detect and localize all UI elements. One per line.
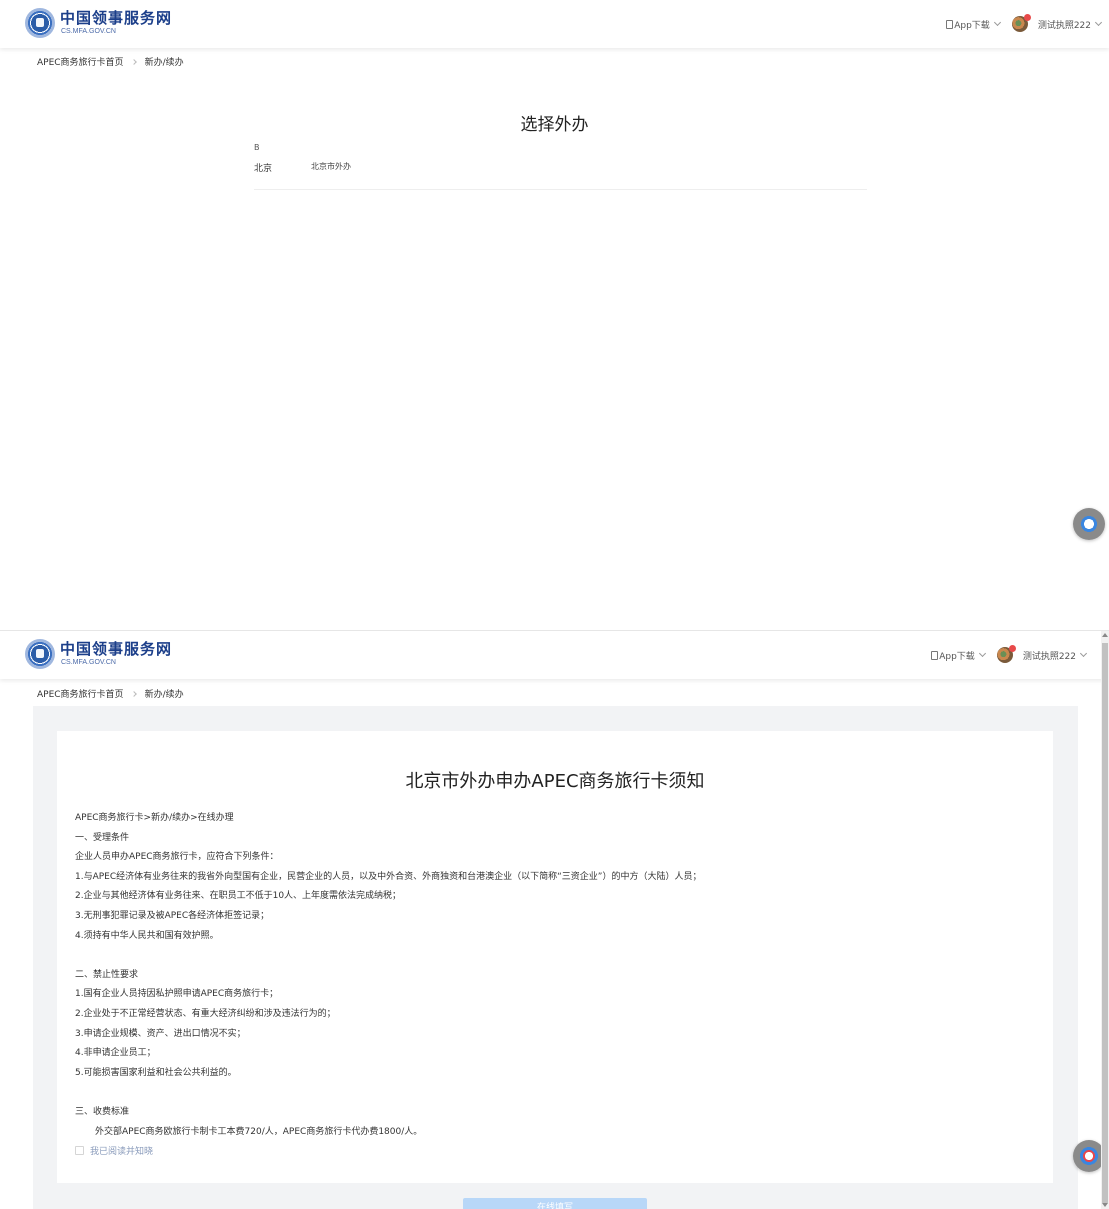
app-download-label: App下载 [939,651,975,662]
floating-assistant-button[interactable] [1073,508,1105,540]
app-download-menu[interactable]: App下载 [946,18,1001,31]
breadcrumb: APEC商务旅行卡首页 新办/续办 [37,55,184,68]
agree-label: 我已阅读并知晓 [90,1147,154,1157]
avatar[interactable] [1011,14,1031,32]
breadcrumb-current: 新办/续办 [144,690,184,700]
notice-body: APEC商务旅行卡>新办/续办>在线办理 一、受理条件 企业人员申办APEC商务… [75,809,701,1142]
notice-line: 5.可能损害国家利益和社会公共利益的。 [75,1067,237,1078]
app-download-label: App下载 [954,20,990,31]
online-fill-button[interactable]: 在线填写 [463,1198,647,1209]
breadcrumb: APEC商务旅行卡首页 新办/续办 [37,687,184,700]
top-header: 中国领事服务网 CS.MFA.GOV.CN App下载 测试执照222 [0,0,1109,48]
divider [254,189,867,190]
notice-title: 北京市外办申办APEC商务旅行卡须知 [405,771,705,792]
user-menu[interactable]: 测试执照222 [1037,18,1103,31]
top-header: 中国领事服务网 CS.MFA.GOV.CN App下载 测试执照222 [0,631,1109,679]
page-title: 选择外办 [520,115,589,135]
notice-line: 二、禁止性要求 [75,969,139,980]
consular-emblem-icon [25,639,55,669]
checkbox-icon[interactable] [75,1146,84,1155]
chevron-down-icon [993,18,1001,27]
app-download-menu[interactable]: App下载 [931,649,986,662]
scrollbar[interactable] [1101,631,1109,1209]
office-row: 北京 北京市外办 [254,161,351,174]
scroll-down-arrow-icon[interactable] [1102,1203,1108,1207]
logo-title: 中国领事服务网 [60,640,173,658]
chevron-down-icon [1079,649,1088,658]
phone-icon [931,650,939,660]
phone-icon [946,19,954,29]
letter-group-header: B [254,143,260,152]
avatar[interactable] [996,645,1016,663]
scroll-up-arrow-icon[interactable] [1102,633,1108,637]
fee-line: 外交部APEC商务欧旅行卡制卡工本费720/人，APEC商务旅行卡代办费1800… [95,1126,423,1137]
user-name-label: 测试执照222 [1022,651,1076,662]
site-logo[interactable]: 中国领事服务网 CS.MFA.GOV.CN [25,639,172,669]
notice-line: 4.须持有中华人民共和国有效护照。 [75,930,219,941]
logo-title: 中国领事服务网 [60,9,173,27]
notice-line: 2.企业与其他经济体有业务往来、在职员工不低于10人、上年度需依法完成纳税； [75,891,402,902]
chevron-down-icon [978,649,986,658]
user-menu[interactable]: 测试执照222 [1022,649,1088,662]
site-logo[interactable]: 中国领事服务网 CS.MFA.GOV.CN [25,8,172,38]
breadcrumb-current: 新办/续办 [144,58,184,68]
select-office-screen: 中国领事服务网 CS.MFA.GOV.CN App下载 测试执照222 APEC… [0,0,1109,630]
notice-screen: 中国领事服务网 CS.MFA.GOV.CN App下载 测试执照222 APEC… [0,630,1109,1209]
notice-line: 三、收费标准 [75,1106,130,1117]
chevron-down-icon [1094,18,1103,27]
office-link-beijing[interactable]: 北京市外办 [311,161,351,174]
consular-emblem-icon [25,8,55,38]
office-city: 北京 [254,164,273,174]
logo-subtitle: CS.MFA.GOV.CN [61,659,116,666]
notice-line: 2.企业处于不正常经营状态、有重大经济纠纷和涉及违法行为的； [75,1008,336,1019]
notice-line: 4.非申请企业员工； [75,1048,156,1059]
notice-line: 一、受理条件 [75,832,130,843]
chevron-right-icon [130,58,137,65]
notice-card: 北京市外办申办APEC商务旅行卡须知 APEC商务旅行卡>新办/续办>在线办理 … [57,731,1053,1183]
user-name-label: 测试执照222 [1037,20,1091,31]
chevron-right-icon [130,690,137,697]
notice-line: 3.申请企业规模、资产、进出口情况不实； [75,1028,246,1039]
notice-line: 3.无刑事犯罪记录及被APEC各经济体拒签记录； [75,910,270,921]
agree-checkbox[interactable]: 我已阅读并知晓 [75,1144,153,1157]
notice-line: 1.国有企业人员持因私护照申请APEC商务旅行卡； [75,989,279,1000]
notice-line: 企业人员申办APEC商务旅行卡，应符合下列条件： [75,852,279,863]
logo-subtitle: CS.MFA.GOV.CN [61,28,116,35]
breadcrumb-home-link[interactable]: APEC商务旅行卡首页 [37,55,124,68]
notice-line: APEC商务旅行卡>新办/续办>在线办理 [75,813,234,823]
notice-line: 1.与APEC经济体有业务往来的我省外向型国有企业，民营企业的人员，以及中外合资… [75,871,702,882]
scroll-thumb[interactable] [1102,643,1108,1203]
breadcrumb-home-link[interactable]: APEC商务旅行卡首页 [37,687,124,700]
